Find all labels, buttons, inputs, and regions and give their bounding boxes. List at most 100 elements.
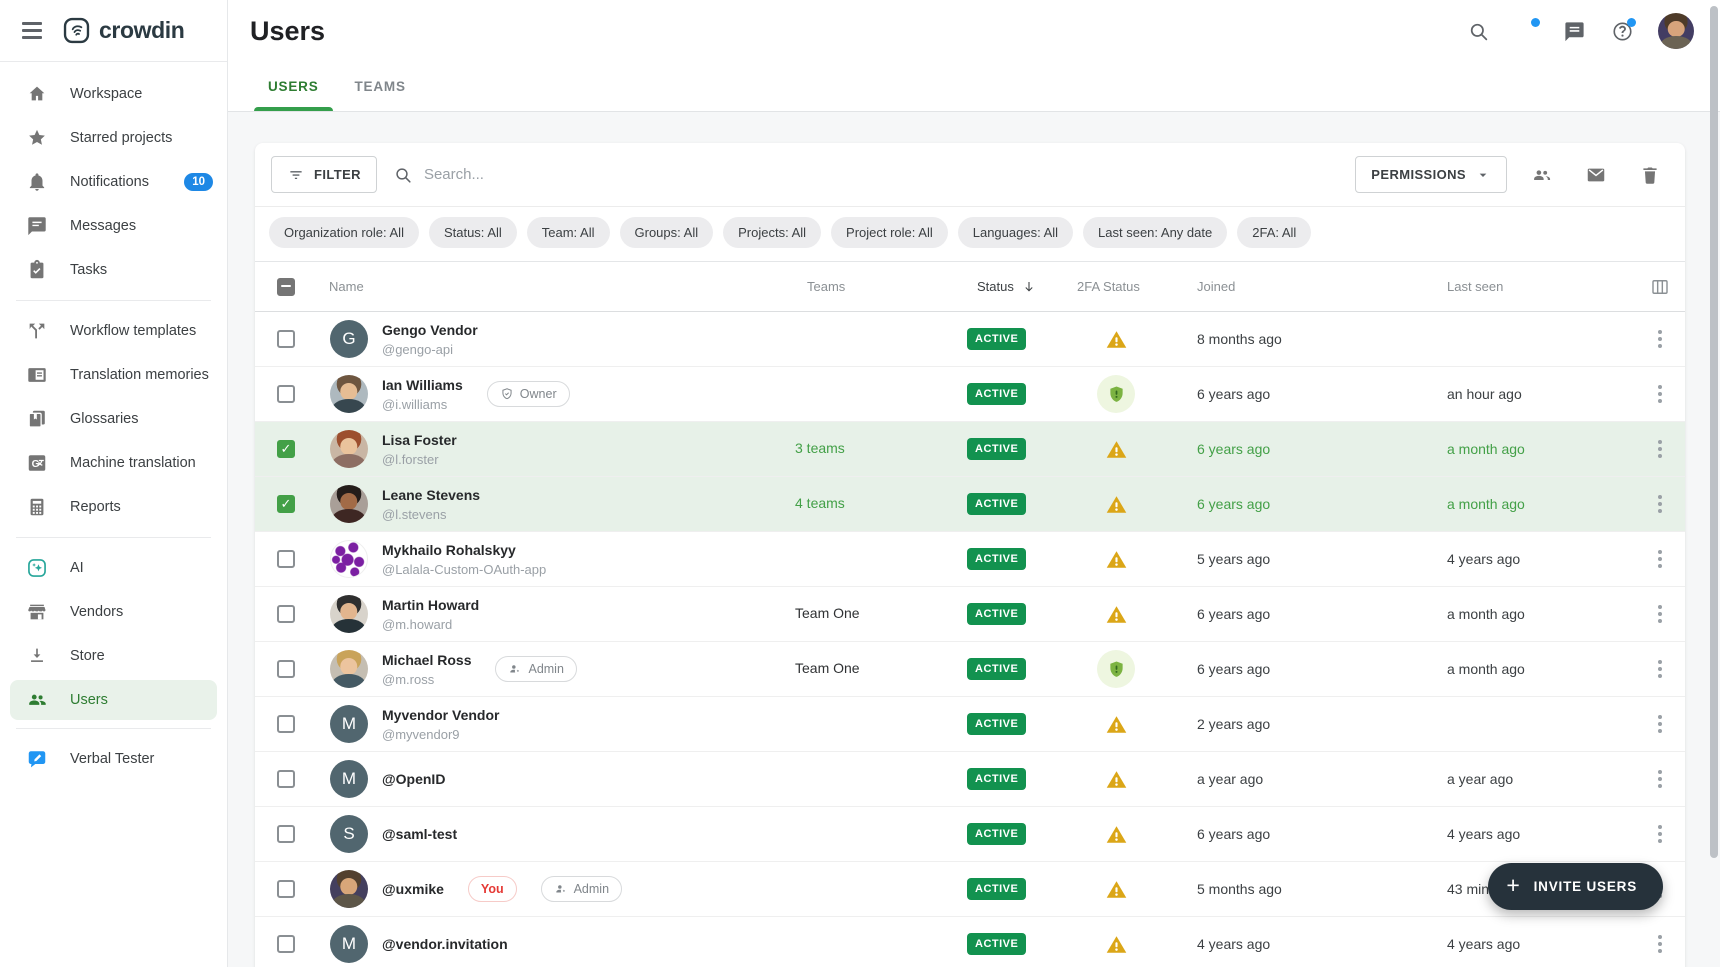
last-seen-cell: 4 years ago	[1435, 551, 1635, 567]
sidebar-item-reports[interactable]: Reports	[0, 485, 227, 529]
scrollbar-thumb[interactable]	[1710, 6, 1718, 858]
column-settings-button[interactable]	[1643, 270, 1677, 304]
column-header-joined[interactable]: Joined	[1185, 279, 1435, 294]
user-name[interactable]: Ian Williams	[382, 376, 463, 394]
sidebar-item-machine-translation[interactable]: GMachine translation	[0, 441, 227, 485]
search-button[interactable]	[1458, 11, 1498, 51]
teams-link[interactable]: 4 teams	[795, 495, 845, 511]
user-name[interactable]: Martin Howard	[382, 596, 479, 614]
send-email-button[interactable]	[1577, 156, 1615, 194]
user-badge-owner: Owner	[487, 381, 570, 407]
row-menu-button[interactable]	[1643, 432, 1677, 466]
row-checkbox[interactable]: ✓	[277, 440, 295, 458]
user-name[interactable]: Gengo Vendor	[382, 321, 478, 339]
select-all-checkbox[interactable]	[277, 278, 295, 296]
sidebar-item-tasks[interactable]: Tasks	[0, 248, 227, 292]
sidebar-item-vendors[interactable]: Vendors	[0, 590, 227, 634]
twofa-cell	[1065, 933, 1185, 956]
column-header-2fa[interactable]: 2FA Status	[1065, 279, 1185, 294]
teams-link[interactable]: Team One	[795, 660, 860, 676]
user-name[interactable]: Leane Stevens	[382, 486, 480, 504]
row-menu-button[interactable]	[1643, 817, 1677, 851]
sidebar-item-store[interactable]: Store	[0, 634, 227, 678]
row-menu-button[interactable]	[1643, 322, 1677, 356]
permissions-button[interactable]: PERMISSIONS	[1355, 156, 1507, 193]
row-menu-button[interactable]	[1643, 542, 1677, 576]
user-username[interactable]: @OpenID	[382, 770, 445, 788]
filter-chip-groups[interactable]: Groups: All	[620, 217, 714, 248]
column-header-name[interactable]: Name	[317, 279, 795, 294]
user-username[interactable]: @saml-test	[382, 825, 457, 843]
status-badge: ACTIVE	[967, 548, 1026, 570]
chat-button[interactable]	[1554, 11, 1594, 51]
invite-users-button[interactable]: + INVITE USERS	[1488, 863, 1663, 910]
row-checkbox[interactable]	[277, 330, 295, 348]
row-checkbox[interactable]	[277, 550, 295, 568]
user-username[interactable]: @uxmike	[382, 880, 444, 898]
menu-toggle-button[interactable]	[18, 18, 46, 42]
row-checkbox[interactable]: ✓	[277, 495, 295, 513]
account-avatar[interactable]	[1658, 13, 1694, 49]
sidebar-item-workspace[interactable]: Workspace	[0, 72, 227, 116]
status-badge: ACTIVE	[967, 768, 1026, 790]
search-input[interactable]	[424, 166, 844, 183]
sidebar-item-workflow-templates[interactable]: Workflow templates	[0, 309, 227, 353]
column-header-status[interactable]: Status	[965, 279, 1065, 295]
tab-teams[interactable]: TEAMS	[355, 62, 406, 111]
sidebar-item-messages[interactable]: Messages	[0, 204, 227, 248]
teams-link[interactable]: Team One	[795, 605, 860, 621]
filter-chip-team[interactable]: Team: All	[527, 217, 610, 248]
filter-chip-projects[interactable]: Projects: All	[723, 217, 821, 248]
filter-chip-organization-role[interactable]: Organization role: All	[269, 217, 419, 248]
sidebar-item-glossaries[interactable]: Glossaries	[0, 397, 227, 441]
filter-chip-languages[interactable]: Languages: All	[958, 217, 1073, 248]
user-username[interactable]: @vendor.invitation	[382, 935, 508, 953]
user-name[interactable]: Myvendor Vendor	[382, 706, 499, 724]
add-to-team-button[interactable]	[1523, 156, 1561, 194]
last-seen-cell: a month ago	[1435, 661, 1635, 677]
delete-users-button[interactable]	[1631, 156, 1669, 194]
row-checkbox[interactable]	[277, 935, 295, 953]
page-scrollbar[interactable]	[1708, 0, 1720, 967]
teams-cell: 3 teams	[795, 440, 965, 458]
row-menu-button[interactable]	[1643, 762, 1677, 796]
filter-chip-project-role[interactable]: Project role: All	[831, 217, 948, 248]
sidebar-item-ai[interactable]: AI	[0, 546, 227, 590]
user-name[interactable]: Michael Ross	[382, 651, 471, 669]
teams-link[interactable]: 3 teams	[795, 440, 845, 456]
row-checkbox[interactable]	[277, 825, 295, 843]
sidebar-item-label: Tasks	[70, 262, 107, 278]
row-checkbox[interactable]	[277, 660, 295, 678]
row-checkbox[interactable]	[277, 880, 295, 898]
row-checkbox[interactable]	[277, 770, 295, 788]
crowdin-logo[interactable]: crowdin	[63, 17, 184, 44]
row-checkbox[interactable]	[277, 385, 295, 403]
sidebar-item-users[interactable]: Users	[10, 680, 217, 720]
sidebar-item-label: Verbal Tester	[70, 751, 154, 767]
filter-chip-status[interactable]: Status: All	[429, 217, 517, 248]
user-name[interactable]: Lisa Foster	[382, 431, 457, 449]
filter-chip-last-seen[interactable]: Last seen: Any date	[1083, 217, 1227, 248]
row-menu-button[interactable]	[1643, 487, 1677, 521]
notifications-bell-button[interactable]	[1506, 11, 1546, 51]
column-header-teams[interactable]: Teams	[795, 279, 965, 294]
user-name-block: @vendor.invitation	[382, 935, 508, 953]
twofa-warning-icon	[1105, 933, 1128, 956]
row-menu-button[interactable]	[1643, 377, 1677, 411]
row-menu-button[interactable]	[1643, 707, 1677, 741]
row-menu-button[interactable]	[1643, 652, 1677, 686]
sidebar-item-verbal-tester[interactable]: Verbal Tester	[0, 737, 227, 781]
row-checkbox[interactable]	[277, 605, 295, 623]
user-name[interactable]: Mykhailo Rohalskyy	[382, 541, 546, 559]
tab-users[interactable]: USERS	[268, 62, 319, 111]
help-button[interactable]	[1602, 11, 1642, 51]
sidebar-item-translation-memories[interactable]: Translation memories	[0, 353, 227, 397]
column-header-last-seen[interactable]: Last seen	[1435, 279, 1635, 294]
filter-chip-2fa[interactable]: 2FA: All	[1237, 217, 1311, 248]
row-menu-button[interactable]	[1643, 597, 1677, 631]
sidebar-item-starred-projects[interactable]: Starred projects	[0, 116, 227, 160]
filter-button[interactable]: FILTER	[271, 156, 377, 193]
sidebar-item-notifications[interactable]: Notifications10	[0, 160, 227, 204]
row-menu-button[interactable]	[1643, 927, 1677, 961]
row-checkbox[interactable]	[277, 715, 295, 733]
